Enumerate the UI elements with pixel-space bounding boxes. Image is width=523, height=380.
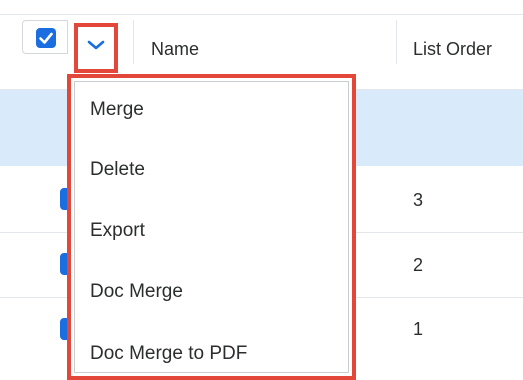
menu-item-doc-merge[interactable]: Doc Merge — [90, 280, 183, 304]
row-list-order: 3 — [413, 190, 424, 210]
select-all-control[interactable] — [22, 20, 68, 54]
menu-item-export[interactable]: Export — [90, 219, 145, 243]
chevron-down-icon — [87, 40, 105, 50]
menu-item-doc-merge-to-pdf[interactable]: Doc Merge to PDF — [90, 342, 247, 366]
mass-actions-menu: Merge Delete Export Doc Merge Doc Merge … — [67, 74, 356, 380]
menu-item-merge[interactable]: Merge — [90, 98, 144, 122]
checkmark-icon — [39, 32, 53, 44]
mass-actions-toggle-button[interactable] — [74, 23, 118, 73]
column-separator — [133, 20, 134, 64]
row-list-order: 2 — [413, 255, 424, 275]
menu-item-delete[interactable]: Delete — [90, 158, 145, 182]
column-separator — [396, 20, 397, 64]
column-header-name[interactable]: Name — [151, 39, 199, 60]
row-list-order: 1 — [413, 319, 424, 339]
header-top-border — [0, 14, 523, 15]
column-header-list-order[interactable]: List Order — [413, 39, 492, 60]
mass-actions-menu-list: Merge Delete Export Doc Merge Doc Merge … — [74, 81, 349, 373]
select-all-checkbox[interactable] — [36, 28, 56, 48]
